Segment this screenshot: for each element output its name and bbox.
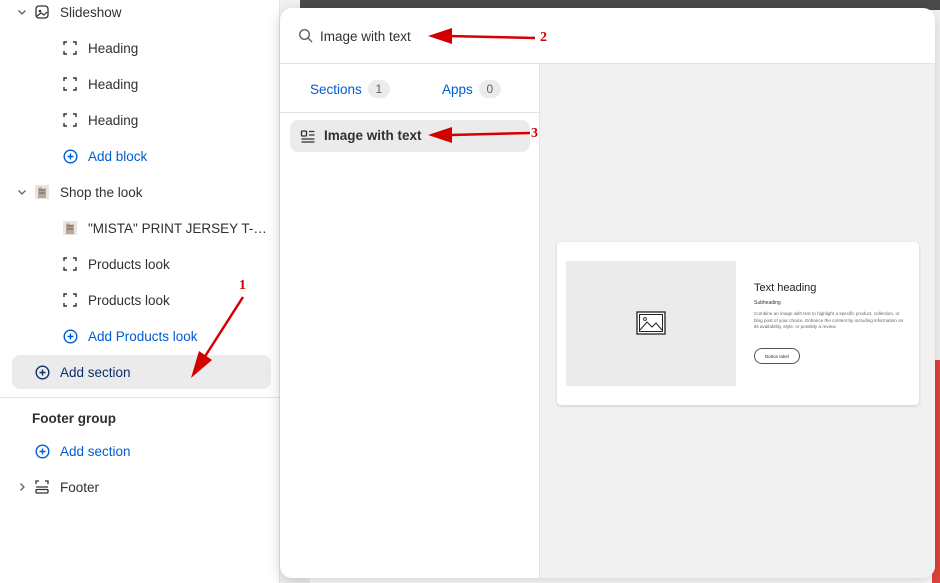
block-heading[interactable]: Heading (0, 30, 280, 66)
plus-circle-icon (62, 148, 78, 164)
divider (0, 397, 280, 398)
preview-button: Button label (754, 348, 800, 364)
section-shop-the-look[interactable]: Shop the look (0, 174, 280, 210)
footer-layout-icon (34, 479, 50, 495)
sidebar-item-label: Footer (60, 480, 100, 495)
tab-label: Apps (442, 81, 473, 97)
image-placeholder-icon (636, 311, 666, 335)
search-icon (298, 28, 314, 44)
block-icon (62, 76, 78, 92)
result-image-with-text[interactable]: Image with text (290, 120, 530, 152)
sidebar-item-label: Products look (88, 293, 170, 308)
block-heading[interactable]: Heading (0, 66, 280, 102)
plus-circle-icon (34, 364, 50, 380)
image-with-text-icon (300, 128, 316, 144)
block-products-look[interactable]: Products look (0, 282, 280, 318)
chevron-down-icon[interactable] (16, 186, 28, 198)
slideshow-icon (34, 4, 50, 20)
preview-pane: Text heading Subheading Combine an image… (540, 64, 935, 578)
sidebar-item-label: Heading (88, 41, 139, 56)
block-icon (62, 292, 78, 308)
footer-group-title: Footer group (32, 411, 116, 426)
plus-circle-icon (62, 328, 78, 344)
sidebar-item-label: "MISTA" PRINT JERSEY T-S... (88, 221, 270, 236)
add-section-button[interactable]: Add section (0, 354, 280, 390)
annotation-marker-3: 3 (531, 126, 538, 141)
chevron-down-icon[interactable] (16, 6, 28, 18)
block-product[interactable]: "MISTA" PRINT JERSEY T-S... (0, 210, 280, 246)
section-footer[interactable]: Footer (0, 469, 280, 505)
preview-heading: Text heading (754, 282, 817, 294)
section-slideshow[interactable]: Slideshow (0, 0, 280, 30)
sidebar-item-label: Add section (60, 444, 131, 459)
tabs: Sections 1 Apps 0 (280, 64, 540, 113)
product-thumbnail-icon (34, 184, 50, 200)
add-section-popover: Sections 1 Apps 0 Image with text Text h… (280, 8, 935, 578)
sidebar-item-label: Add block (88, 149, 148, 164)
section-preview-card: Text heading Subheading Combine an image… (557, 242, 919, 405)
preview-subheading: Subheading (754, 300, 781, 306)
image-placeholder (566, 261, 736, 386)
tab-apps[interactable]: Apps 0 (442, 80, 501, 98)
plus-circle-icon (34, 443, 50, 459)
search-bar (280, 8, 935, 64)
annotation-marker-1: 1 (239, 278, 246, 293)
block-icon (62, 256, 78, 272)
block-icon (62, 112, 78, 128)
block-products-look[interactable]: Products look (0, 246, 280, 282)
product-thumbnail-icon (62, 220, 78, 236)
sidebar-item-label: Add Products look (88, 329, 198, 344)
sections-sidebar: Slideshow Heading Heading Heading Add bl… (0, 0, 280, 583)
search-input[interactable] (320, 24, 820, 48)
sidebar-item-label: Heading (88, 77, 139, 92)
sidebar-item-label: Heading (88, 113, 139, 128)
sidebar-item-label: Add section (60, 365, 131, 380)
tab-sections[interactable]: Sections 1 (310, 80, 390, 98)
block-icon (62, 40, 78, 56)
results-pane: Sections 1 Apps 0 Image with text (280, 64, 540, 578)
tab-label: Sections (310, 81, 362, 97)
result-label: Image with text (324, 128, 422, 143)
add-block-button[interactable]: Add block (0, 138, 280, 174)
annotation-marker-2: 2 (540, 30, 547, 45)
footer-add-section-button[interactable]: Add section (0, 433, 280, 469)
count-badge: 0 (478, 80, 501, 98)
add-products-look-button[interactable]: Add Products look (0, 318, 280, 354)
sidebar-item-label: Shop the look (60, 185, 143, 200)
count-badge: 1 (367, 80, 390, 98)
preview-body: Combine an image with text to highlight … (754, 311, 904, 330)
sidebar-item-label: Slideshow (60, 5, 122, 20)
block-heading[interactable]: Heading (0, 102, 280, 138)
chevron-right-icon[interactable] (16, 481, 28, 493)
sidebar-item-label: Products look (88, 257, 170, 272)
